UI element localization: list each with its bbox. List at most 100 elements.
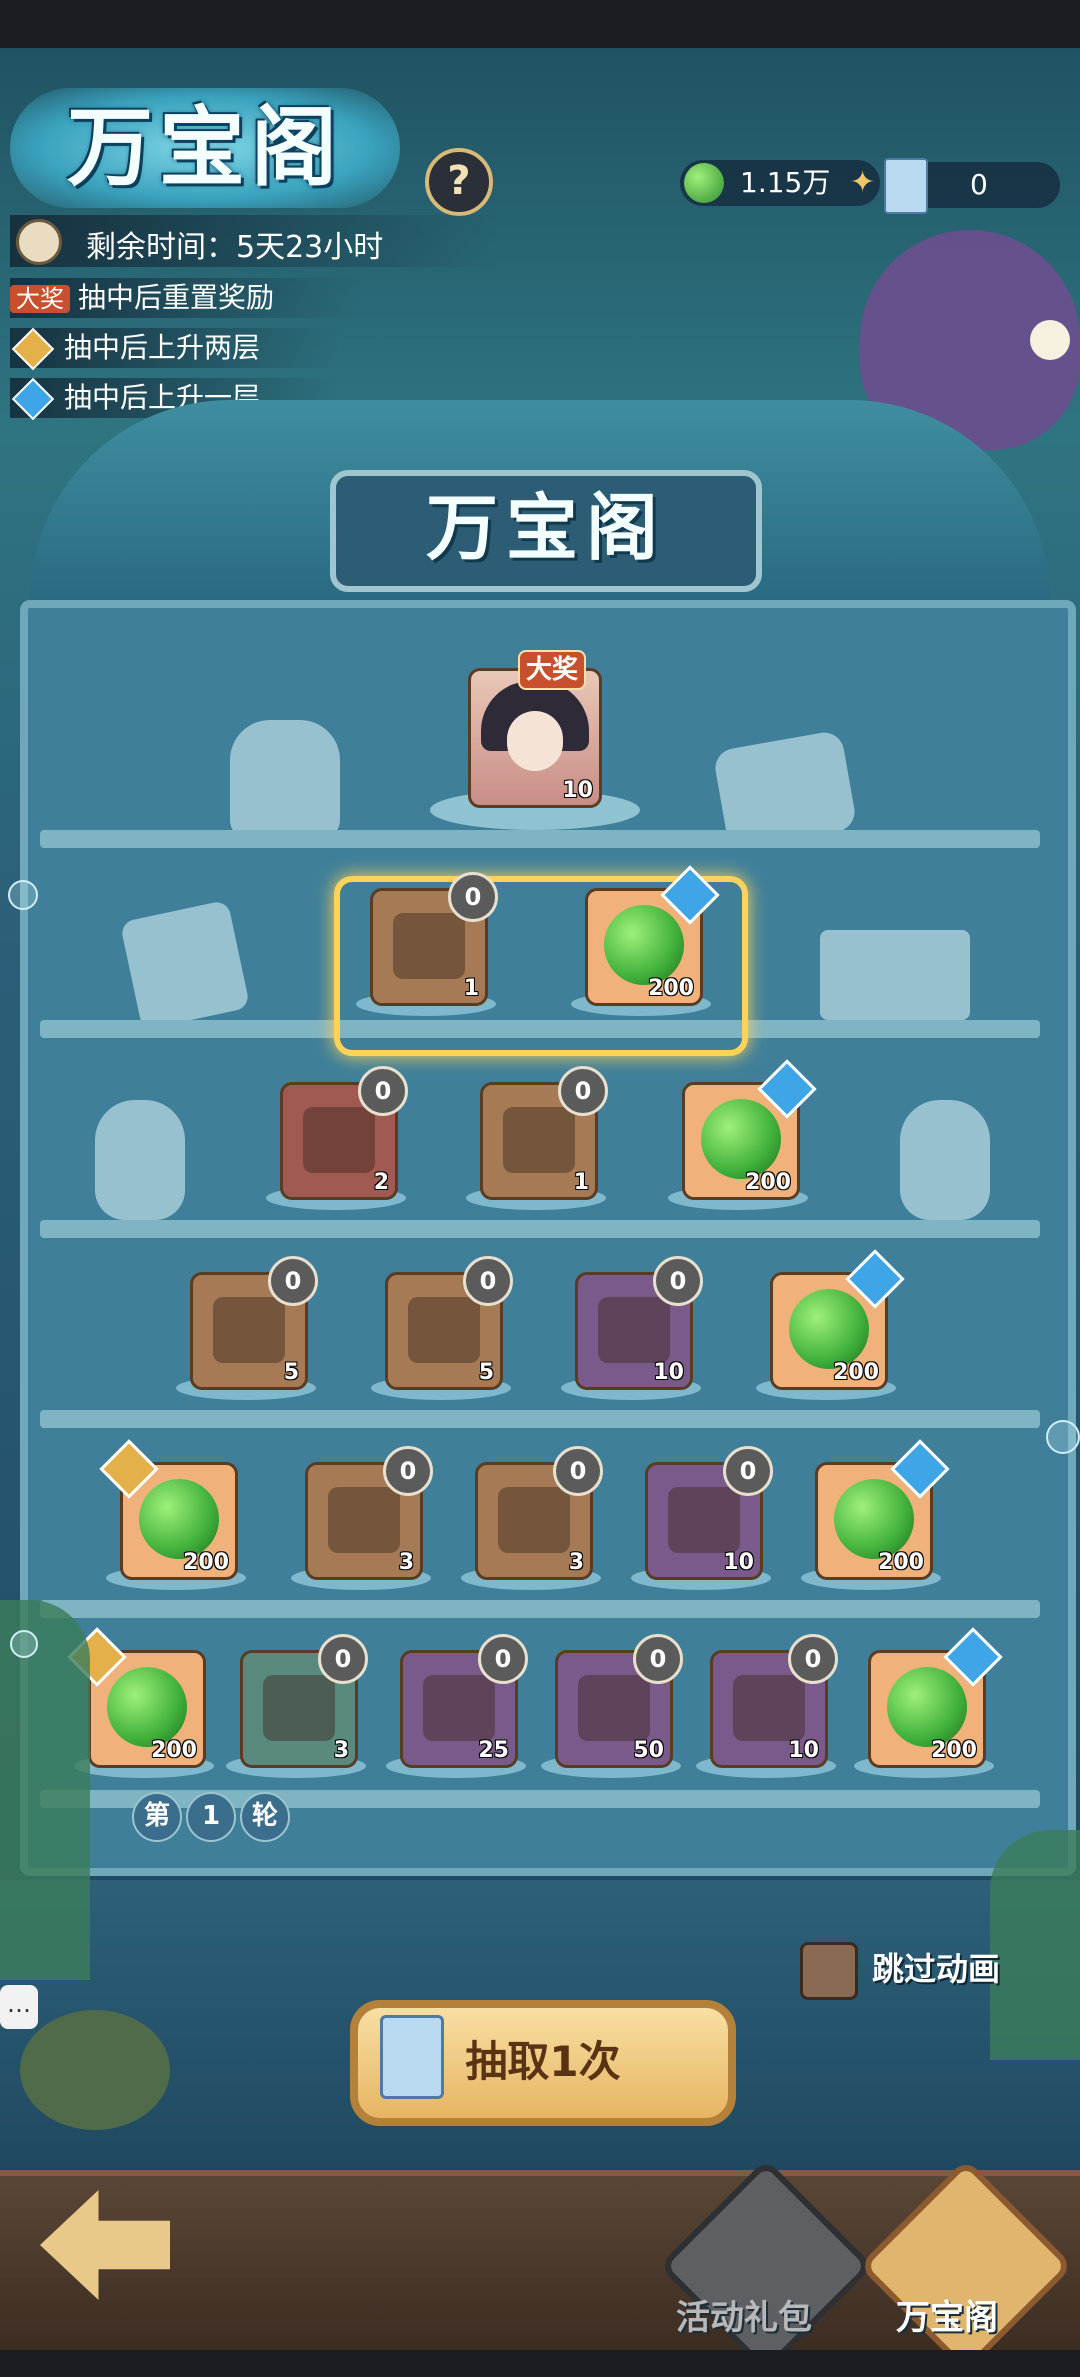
rune-stone-icon (408, 1297, 480, 1363)
bottom-strip (0, 2350, 1080, 2377)
draw-count-badge: 0 (448, 872, 498, 922)
draw-ticket-currency: 0 (884, 158, 1060, 214)
vase-decoration-left (95, 1100, 185, 1220)
item-count: 3 (398, 1550, 414, 1575)
jade-icon (834, 1479, 914, 1559)
draw-count-badge: 0 (268, 1256, 318, 1306)
jade-icon (701, 1099, 781, 1179)
grand-prize-tag: 大奖 (10, 285, 70, 313)
rule-text: 抽中后上升两层 (64, 331, 261, 364)
bubble-decoration (8, 880, 38, 910)
remaining-time-value: 5天23小时 (236, 230, 384, 265)
gold-arrow-icon (11, 327, 55, 371)
item-count: 10 (653, 1360, 684, 1385)
bubble-decoration (1046, 1420, 1080, 1454)
item-count: 200 (745, 1170, 791, 1195)
clock-icon (16, 219, 62, 265)
add-plus-icon[interactable]: ✦ (850, 168, 876, 198)
blue-arrow-icon (11, 377, 55, 421)
swirl-orb-icon (303, 1107, 375, 1173)
rule-grand-prize: 大奖 抽中后重置奖励 (10, 278, 360, 318)
draw-count-badge: 0 (788, 1634, 838, 1684)
key-icon (498, 1487, 570, 1553)
draw-count-badge: 0 (463, 1256, 513, 1306)
event-title-logo: 万宝阁 (10, 88, 400, 208)
incense-burner-decoration (230, 720, 340, 840)
top-status-strip (0, 0, 1080, 48)
grand-prize-count: 10 (562, 778, 593, 803)
draw-count-badge: 0 (633, 1634, 683, 1684)
item-count: 3 (333, 1738, 349, 1763)
skip-animation-checkbox[interactable] (800, 1942, 858, 2000)
leather-scroll-icon (328, 1487, 400, 1553)
grand-prize-tag: 大奖 (518, 650, 586, 690)
sprout-orb-icon (578, 1675, 650, 1741)
draw-count-badge: 0 (318, 1634, 368, 1684)
mystery-chest-icon (393, 913, 465, 979)
yin-yang-disc-icon (668, 1487, 740, 1553)
gold-chest-icon (503, 1107, 575, 1173)
jade-amount: 1.15万 (740, 166, 831, 199)
flame-chest-icon (733, 1675, 805, 1741)
crystal-ball-icon (598, 1297, 670, 1363)
nav-treasure-pavilion-label[interactable]: 万宝阁 (896, 2290, 998, 2339)
round-suffix: 轮 (240, 1792, 290, 1842)
round-number: 1 (186, 1792, 236, 1842)
remaining-time-text: 剩余时间：5天23小时 (86, 222, 383, 266)
draw-count-badge: 0 (723, 1446, 773, 1496)
rule-rise-two: 抽中后上升两层 (10, 327, 340, 371)
item-count: 200 (878, 1550, 924, 1575)
chest-decoration (820, 930, 970, 1020)
item-count: 3 (568, 1550, 584, 1575)
item-count: 1 (463, 976, 479, 1001)
draw-count-badge: 0 (478, 1634, 528, 1684)
jade-icon (789, 1289, 869, 1369)
help-button[interactable]: ? (425, 148, 493, 216)
scroll-tablet-icon (213, 1297, 285, 1363)
item-count: 200 (151, 1738, 197, 1763)
item-count: 10 (788, 1738, 819, 1763)
chat-bubble-icon[interactable]: … (0, 1985, 38, 2029)
draw-count-badge: 0 (553, 1446, 603, 1496)
item-count: 200 (648, 976, 694, 1001)
remaining-time-label: 剩余时间： (86, 230, 236, 265)
shelf-board (40, 1410, 1040, 1428)
anglerfish-decoration (20, 2010, 170, 2130)
jade-icon (107, 1667, 187, 1747)
stone-decoration (119, 899, 251, 1031)
draw-count-badge: 0 (358, 1066, 408, 1116)
rule-text: 抽中后重置奖励 (78, 281, 275, 314)
item-count: 10 (723, 1550, 754, 1575)
shelf-board (40, 830, 1040, 848)
hero-portrait (507, 711, 563, 771)
bubble-decoration (10, 1630, 38, 1658)
item-count: 200 (183, 1550, 229, 1575)
draw-ticket-icon (380, 2015, 444, 2099)
skip-animation-label: 跳过动画 (872, 1950, 1001, 1988)
item-count: 2 (373, 1170, 389, 1195)
item-count: 200 (833, 1360, 879, 1385)
gem-chest-icon (423, 1675, 495, 1741)
draw-ticket-icon (884, 158, 928, 214)
egg-icon (263, 1675, 335, 1741)
item-count: 25 (478, 1738, 509, 1763)
shelf-board (40, 1220, 1040, 1238)
item-count: 50 (633, 1738, 664, 1763)
jade-icon (684, 163, 724, 203)
round-prefix: 第 (132, 1792, 182, 1842)
vase-decoration-right (900, 1100, 990, 1220)
draw-count-badge: 0 (653, 1256, 703, 1306)
draw-count-badge: 0 (383, 1446, 433, 1496)
seaweed-left-decoration (0, 1600, 90, 1980)
item-count: 200 (931, 1738, 977, 1763)
draw-count-badge: 0 (558, 1066, 608, 1116)
jade-icon (604, 905, 684, 985)
jade-icon (887, 1667, 967, 1747)
item-count: 5 (283, 1360, 299, 1385)
jade-icon (139, 1479, 219, 1559)
item-count: 5 (478, 1360, 494, 1385)
jade-currency[interactable]: 1.15万 ✦ (680, 160, 880, 206)
shelf-board (40, 1600, 1040, 1618)
nav-activity-gift-label[interactable]: 活动礼包 (676, 2290, 812, 2339)
item-count: 1 (573, 1170, 589, 1195)
